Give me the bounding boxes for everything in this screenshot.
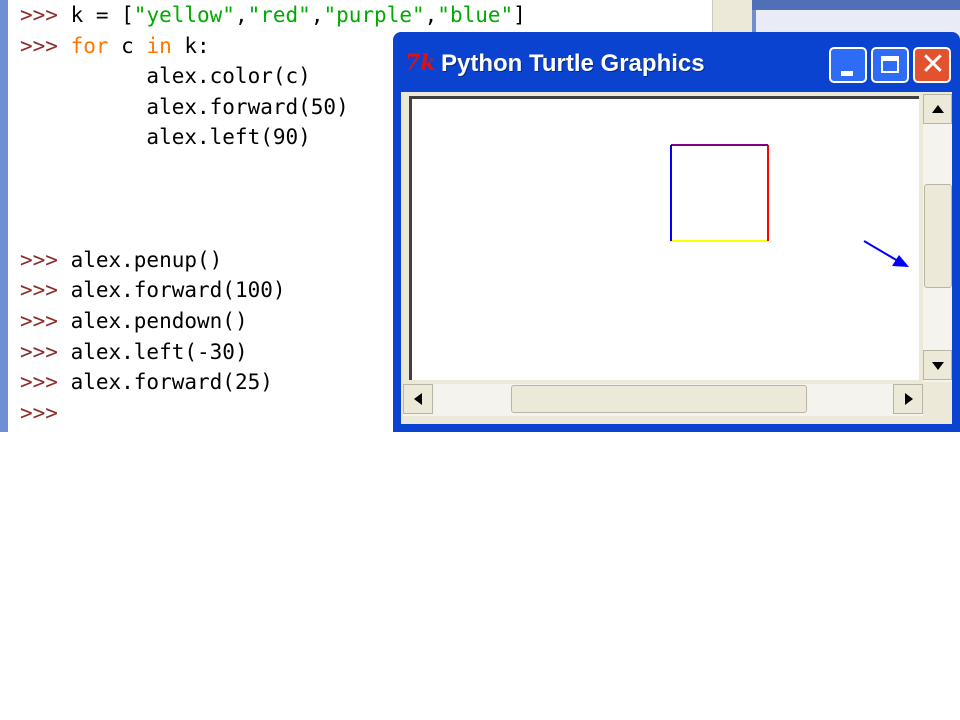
background-window-titlebar <box>752 0 960 10</box>
shell-prompt: >>> <box>20 247 71 272</box>
shell-code: alex.color(c) <box>20 64 311 89</box>
minimize-button[interactable] <box>829 47 867 83</box>
shell-code: alex.forward(100) <box>70 278 286 303</box>
shell-prompt: >>> <box>20 370 71 395</box>
shell-keyword: for <box>70 33 109 58</box>
shell-code: alex.left(90) <box>20 125 311 150</box>
arrow-left-icon <box>414 393 422 405</box>
shell-string: "yellow" <box>133 3 235 27</box>
shell-code: , <box>234 3 248 27</box>
shell-prompt: >>> <box>20 278 71 303</box>
shell-prompt: >>> <box>20 308 71 333</box>
tk-icon: 7k <box>405 50 436 76</box>
arrow-up-icon <box>932 105 944 113</box>
close-button[interactable]: ✕ <box>913 47 951 83</box>
shell-prompt: >>> <box>20 400 71 425</box>
maximize-icon <box>881 56 899 73</box>
shell-code: , <box>310 3 324 27</box>
shell-string: "red" <box>247 3 311 27</box>
horizontal-scrollbar[interactable] <box>403 384 923 416</box>
maximize-button[interactable] <box>871 47 909 83</box>
turtle-drawing <box>670 144 909 267</box>
scroll-down-button[interactable] <box>923 350 952 380</box>
shell-code: c <box>108 33 147 58</box>
shell-code: k: <box>171 33 210 58</box>
horizontal-scroll-thumb[interactable] <box>511 385 807 413</box>
shell-string: "blue" <box>437 3 514 27</box>
vertical-scrollbar[interactable] <box>923 94 952 382</box>
shell-code: ] <box>513 3 526 27</box>
shell-code: alex.left(-30) <box>70 339 248 364</box>
scroll-left-button[interactable] <box>403 384 433 414</box>
shell-code: k = [ <box>70 3 134 27</box>
title-bar[interactable]: 7k Python Turtle Graphics ✕ <box>393 32 960 92</box>
scroll-up-button[interactable] <box>923 94 952 124</box>
close-icon: ✕ <box>920 47 946 82</box>
minimize-icon <box>841 71 853 76</box>
shell-line: >>> k = ["yellow","red","purple","blue"] <box>20 0 526 31</box>
arrow-down-icon <box>932 362 944 370</box>
vertical-scroll-thumb[interactable] <box>924 184 952 288</box>
scroll-right-button[interactable] <box>893 384 923 414</box>
shell-prompt: >>> <box>20 3 71 27</box>
shell-prompt: >>> <box>20 339 71 364</box>
turtle-window: 7k Python Turtle Graphics ✕ <box>393 32 960 432</box>
shell-code: alex.forward(50) <box>20 94 349 119</box>
shell-code: , <box>424 3 438 27</box>
shell-string: "purple" <box>323 3 425 27</box>
turtle-arrow-icon <box>863 240 909 267</box>
window-client-area <box>401 92 952 424</box>
arrow-right-icon <box>905 393 913 405</box>
window-title: Python Turtle Graphics <box>441 50 705 77</box>
shell-code: alex.pendown() <box>70 308 248 333</box>
scrollbar-corner <box>923 384 952 416</box>
shell-code: alex.forward(25) <box>70 370 273 395</box>
shell-prompt: >>> <box>20 33 71 58</box>
turtle-canvas[interactable] <box>409 96 919 380</box>
shell-keyword: in <box>146 33 172 58</box>
shell-code: alex.penup() <box>70 247 223 272</box>
